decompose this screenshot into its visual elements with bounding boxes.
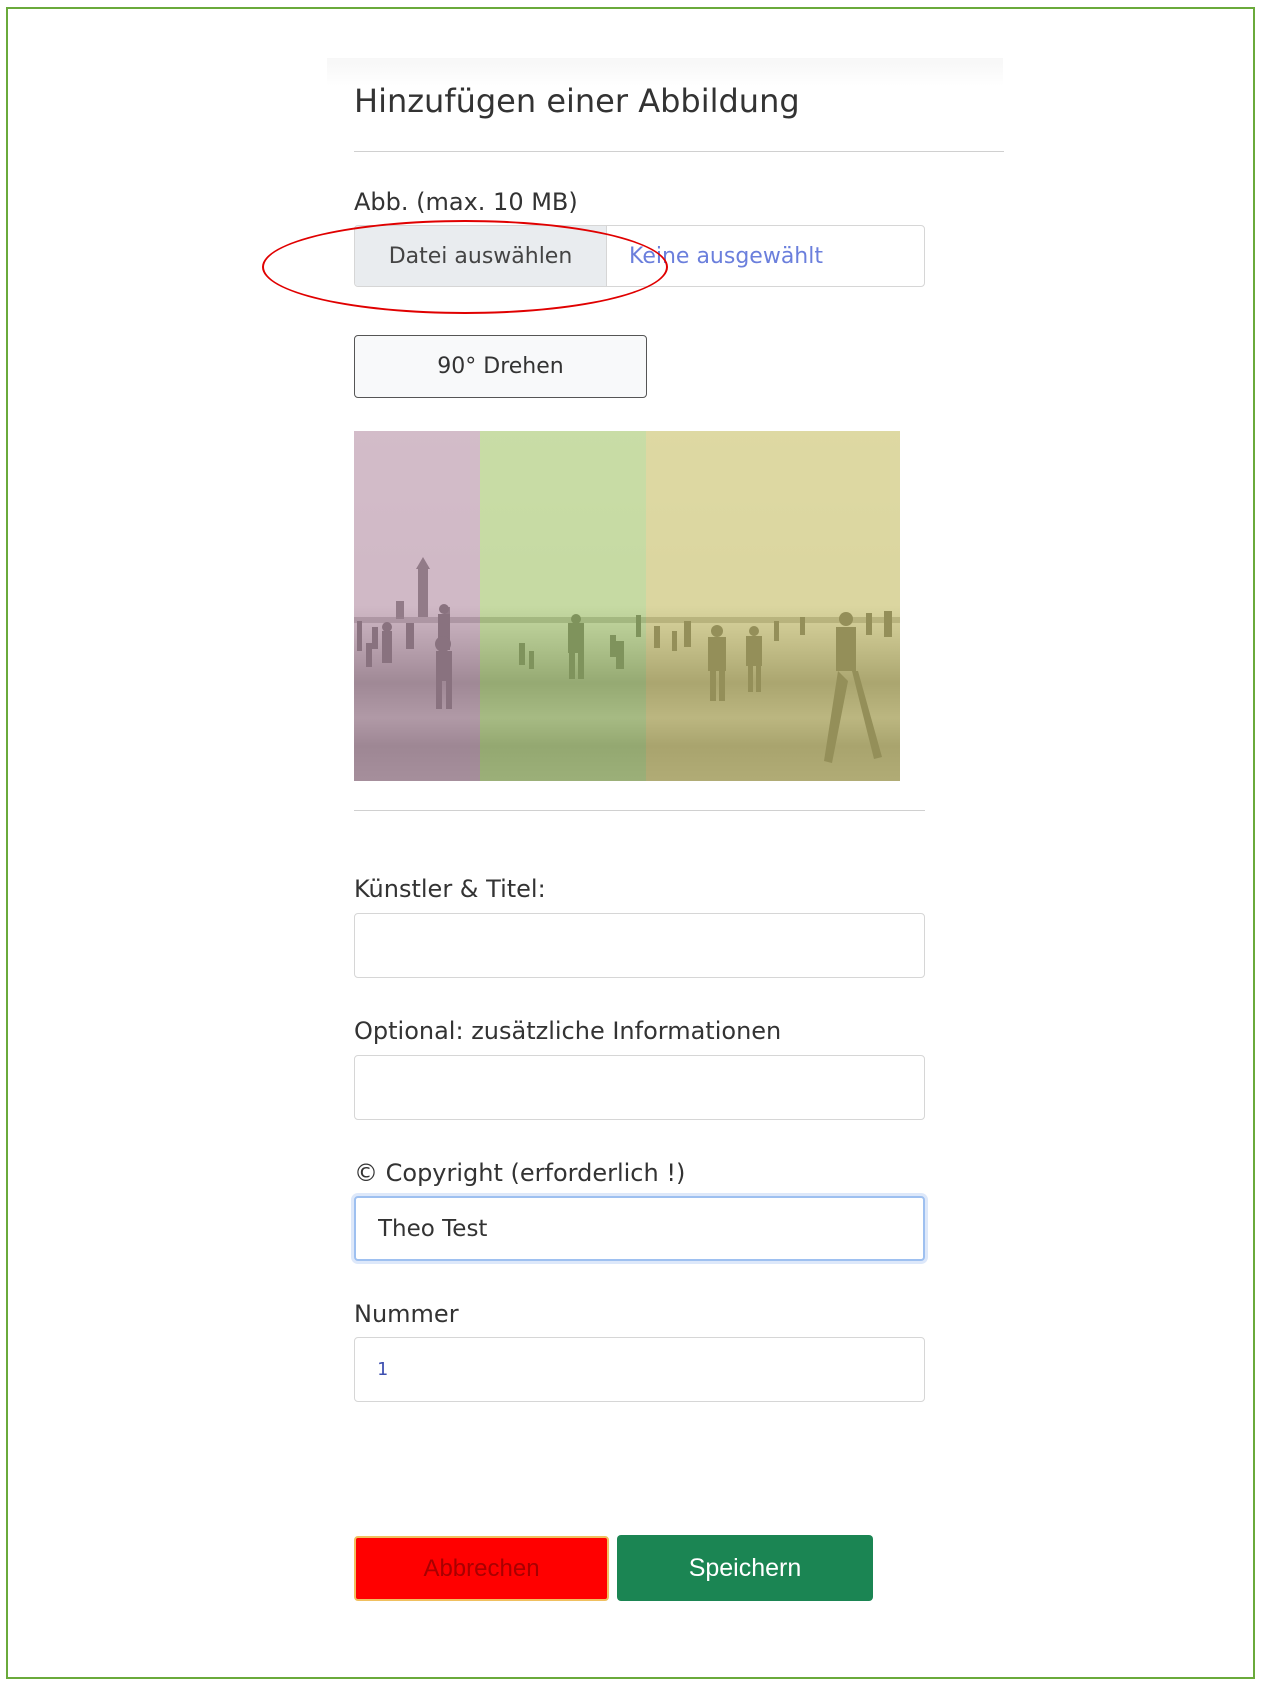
artist-title-input[interactable] xyxy=(354,913,925,978)
copyright-label: © Copyright (erforderlich !) xyxy=(354,1159,686,1187)
preview-color-bands xyxy=(354,431,900,781)
extra-info-input[interactable] xyxy=(354,1055,925,1120)
section-divider xyxy=(354,810,925,811)
number-input[interactable] xyxy=(354,1337,925,1402)
image-preview xyxy=(354,431,900,781)
preview-band-yellow xyxy=(646,431,900,781)
preview-band-pink xyxy=(354,431,480,781)
file-input[interactable]: Datei auswählen Keine ausgewählt xyxy=(354,225,925,287)
cancel-button[interactable]: Abbrechen xyxy=(354,1536,609,1601)
number-label: Nummer xyxy=(354,1300,459,1328)
save-button[interactable]: Speichern xyxy=(617,1535,873,1601)
extra-info-label: Optional: zusätzliche Informationen xyxy=(354,1017,782,1045)
artist-title-label: Künstler & Titel: xyxy=(354,875,546,903)
rotate-button[interactable]: 90° Drehen xyxy=(354,335,647,398)
modal-title: Hinzufügen einer Abbildung xyxy=(354,82,800,120)
preview-band-green xyxy=(480,431,646,781)
choose-file-button[interactable]: Datei auswählen xyxy=(355,226,607,286)
file-status-text: Keine ausgewählt xyxy=(629,243,823,269)
copyright-input[interactable] xyxy=(354,1196,925,1261)
image-upload-label: Abb. (max. 10 MB) xyxy=(354,188,578,216)
header-divider xyxy=(354,151,1004,152)
